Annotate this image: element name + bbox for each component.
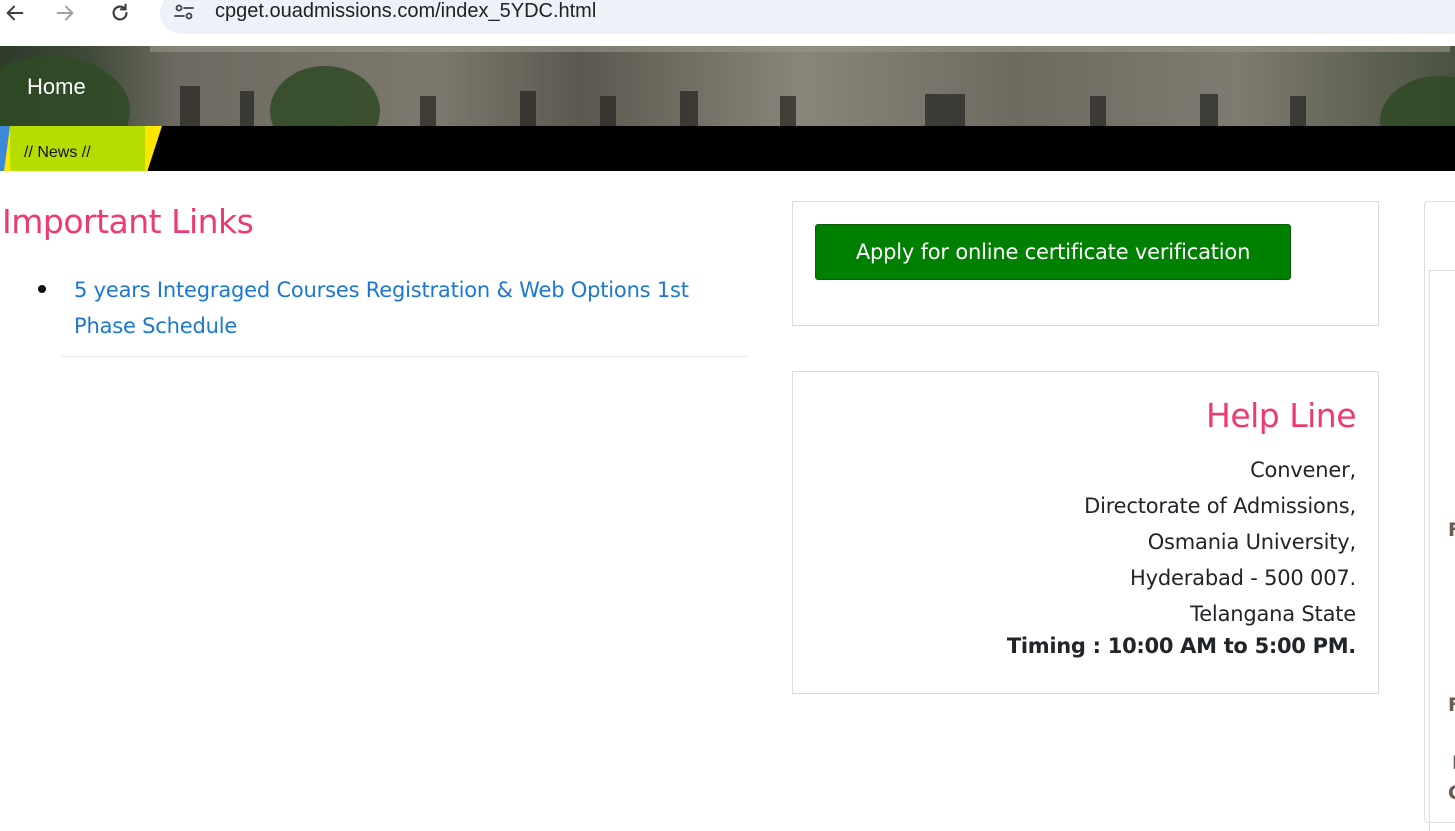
helpline-line: Hyderabad - 500 007. (1130, 566, 1356, 590)
helpline-line: Directorate of Admissions, (1084, 494, 1356, 518)
arrow-right-icon (56, 5, 74, 21)
site-info-icon[interactable] (172, 0, 196, 24)
helpline-line: Osmania University, (1147, 530, 1356, 554)
url-text[interactable]: cpget.ouadmissions.com/index_5YDC.html (215, 0, 596, 23)
address-bar[interactable]: cpget.ouadmissions.com/index_5YDC.html (160, 0, 1455, 34)
important-links-list: 5 years Integraged Courses Registration … (38, 272, 748, 357)
right-panel-text: F (1448, 519, 1455, 541)
browser-toolbar: cpget.ouadmissions.com/index_5YDC.html (0, 0, 1455, 46)
arrow-left-icon (6, 5, 24, 21)
nav-home-link[interactable]: Home (27, 74, 86, 100)
news-ticker-bar: // News // (0, 126, 1455, 171)
header-banner: Home (0, 46, 1455, 126)
news-label: // News // (24, 144, 91, 161)
important-link-1[interactable]: 5 years Integraged Courses Registration … (74, 278, 689, 338)
certificate-verification-card: Apply for online certificate verificatio… (792, 201, 1379, 326)
reload-icon (112, 3, 128, 21)
helpline-card: Help Line Convener, Directorate of Admis… (792, 371, 1379, 694)
reload-button[interactable] (105, 0, 135, 28)
important-links-heading: Important Links (2, 202, 254, 241)
helpline-line: Convener, (1250, 458, 1356, 482)
right-side-panel-body (1429, 270, 1455, 831)
apply-certificate-verification-button[interactable]: Apply for online certificate verificatio… (815, 224, 1291, 280)
forward-button[interactable] (50, 0, 80, 28)
helpline-line: Telangana State (1190, 602, 1356, 626)
right-side-panel: F F I C (1424, 201, 1455, 831)
right-panel-text: F (1448, 694, 1455, 716)
helpline-timing: Timing : 10:00 AM to 5:00 PM. (1006, 634, 1356, 658)
helpline-title: Help Line (1206, 396, 1357, 435)
helpline-address: Convener, Directorate of Admissions, Osm… (1007, 452, 1356, 660)
right-panel-text: C (1448, 782, 1455, 804)
back-button[interactable] (0, 0, 30, 28)
list-item: 5 years Integraged Courses Registration … (38, 272, 748, 357)
